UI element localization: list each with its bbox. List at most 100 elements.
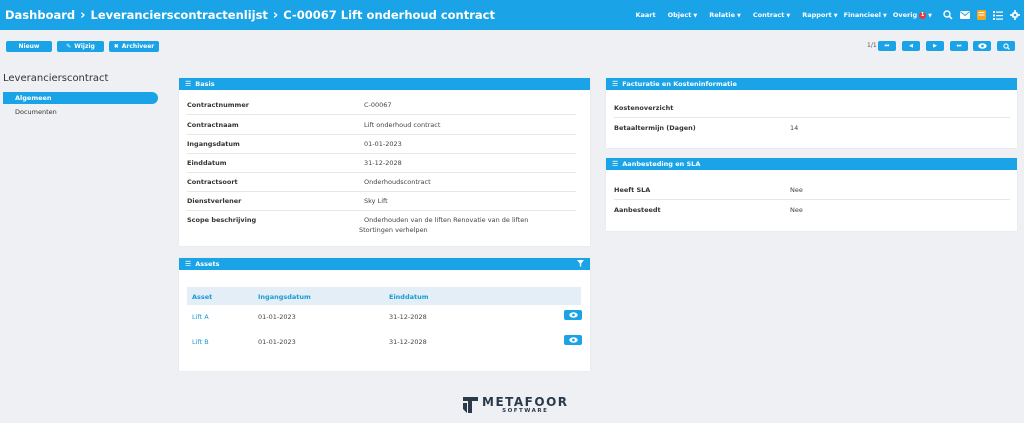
nav-rapport-label: Rapport bbox=[802, 11, 832, 19]
list-icon: ☰ bbox=[612, 80, 619, 88]
nav-kaart[interactable]: Kaart bbox=[635, 11, 655, 19]
sidebar-item-documenten[interactable]: Documenten bbox=[3, 106, 158, 118]
field-row: Betaaltermijn (Dagen) 14 bbox=[614, 119, 1010, 138]
field-value: 31-12-2028 bbox=[364, 159, 402, 167]
column-header-asset[interactable]: Asset bbox=[192, 293, 212, 301]
search-icon bbox=[1002, 42, 1010, 50]
chevron-right-icon: › bbox=[272, 7, 279, 23]
view-button[interactable] bbox=[973, 41, 991, 51]
table-row: Lift B 01-01-2023 31-12-2028 bbox=[187, 330, 582, 355]
new-button[interactable]: Nieuw bbox=[6, 41, 52, 52]
nav-relatie-label: Relatie bbox=[709, 11, 735, 19]
table-row: Lift A 01-01-2023 31-12-2028 bbox=[187, 305, 582, 330]
nav-contract[interactable]: Contract ▼ bbox=[753, 11, 790, 19]
list-icon: ☰ bbox=[185, 260, 192, 268]
field-label: Einddatum bbox=[187, 159, 227, 167]
field-row: Ingangsdatum 01-01-2023 bbox=[187, 135, 576, 154]
field-row: Kostenoverzicht bbox=[614, 99, 1010, 118]
notes-icon[interactable] bbox=[977, 10, 986, 20]
sidebar-title: Leverancierscontract bbox=[3, 73, 109, 84]
list-icon: ☰ bbox=[185, 80, 192, 88]
nav-overig[interactable]: Overig 1 ▼ bbox=[893, 11, 932, 19]
mail-icon[interactable] bbox=[960, 11, 970, 19]
edit-icon: ✎ bbox=[66, 43, 72, 50]
field-label: Aanbesteedt bbox=[614, 206, 661, 214]
basis-panel-title: Basis bbox=[195, 80, 215, 88]
breadcrumb-dashboard[interactable]: Dashboard bbox=[5, 8, 75, 22]
basis-panel: ☰ Basis Contractnummer C-00067 Contractn… bbox=[179, 78, 590, 246]
metafoor-logo: METAFOOR SOFTWARE bbox=[463, 396, 569, 414]
asset-link[interactable]: Lift B bbox=[192, 338, 209, 346]
breadcrumb-contract-list[interactable]: Leverancierscontractenlijst bbox=[91, 8, 268, 22]
field-label: Ingangsdatum bbox=[187, 140, 240, 148]
aanbesteding-panel-header: ☰ Aanbesteding en SLA bbox=[606, 158, 1017, 170]
prev-page-button[interactable]: ◀ bbox=[902, 41, 920, 51]
chevron-right-icon: › bbox=[80, 7, 86, 23]
nav-financieel[interactable]: Financieel ▼ bbox=[844, 11, 887, 19]
breadcrumb-current: C-00067 Lift onderhoud contract bbox=[283, 8, 495, 22]
eye-icon bbox=[568, 312, 578, 318]
field-row: Aanbesteedt Nee bbox=[614, 201, 1010, 220]
last-page-icon: ⏭ bbox=[956, 43, 962, 49]
asset-start-date: 01-01-2023 bbox=[258, 338, 296, 346]
caret-down-icon: ▼ bbox=[786, 13, 791, 19]
field-value: Lift onderhoud contract bbox=[364, 121, 441, 129]
field-label: Heeft SLA bbox=[614, 186, 651, 194]
asset-link[interactable]: Lift A bbox=[192, 313, 209, 321]
field-label: Kostenoverzicht bbox=[614, 104, 674, 112]
sidebar-item-algemeen[interactable]: Algemeen bbox=[3, 92, 158, 104]
field-label: Contractnaam bbox=[187, 121, 239, 129]
metafoor-logo-text: METAFOOR SOFTWARE bbox=[482, 396, 569, 414]
search-icon[interactable] bbox=[943, 10, 953, 20]
field-label: Betaaltermijn (Dagen) bbox=[614, 124, 696, 132]
column-header-ingangsdatum[interactable]: Ingangsdatum bbox=[258, 293, 311, 301]
caret-down-icon: ▼ bbox=[928, 13, 932, 19]
asset-end-date: 31-12-2028 bbox=[389, 313, 427, 321]
next-page-button[interactable]: ▶ bbox=[926, 41, 944, 51]
edit-button[interactable]: ✎ Wijzig bbox=[57, 41, 104, 52]
nav-relatie[interactable]: Relatie ▼ bbox=[709, 11, 741, 19]
field-value: Stortingen verhelpen bbox=[359, 226, 428, 234]
notification-badge: 1 bbox=[919, 11, 927, 19]
caret-down-icon: ▼ bbox=[883, 13, 887, 19]
caret-down-icon: ▼ bbox=[693, 13, 698, 19]
logo-main-text: METAFOOR bbox=[482, 395, 569, 409]
prev-page-icon: ◀ bbox=[909, 43, 913, 49]
field-value: Onderhoudscontract bbox=[364, 178, 431, 186]
eye-icon bbox=[568, 337, 578, 343]
gear-icon[interactable] bbox=[1010, 10, 1020, 20]
filter-icon[interactable] bbox=[577, 260, 584, 269]
view-asset-button[interactable] bbox=[564, 310, 582, 320]
facturatie-panel-header: ☰ Facturatie en Kosteninformatie bbox=[606, 78, 1017, 90]
field-row: Contractsoort Onderhoudscontract bbox=[187, 173, 576, 192]
facturatie-panel-title: Facturatie en Kosteninformatie bbox=[622, 80, 737, 88]
metafoor-logo-icon bbox=[463, 397, 478, 413]
close-icon: ✖ bbox=[113, 43, 119, 50]
column-header-einddatum[interactable]: Einddatum bbox=[389, 293, 429, 301]
field-row: Scope beschrijving Onderhouden van de li… bbox=[187, 211, 576, 239]
nav-rapport[interactable]: Rapport ▼ bbox=[802, 11, 837, 19]
checklist-icon[interactable] bbox=[993, 10, 1003, 20]
view-asset-button[interactable] bbox=[564, 335, 582, 345]
asset-start-date: 01-01-2023 bbox=[258, 313, 296, 321]
pager-count: 1/1 bbox=[867, 42, 877, 49]
edit-button-label: Wijzig bbox=[74, 43, 95, 50]
archive-button[interactable]: ✖ Archiveer bbox=[109, 41, 159, 52]
assets-table-header: Asset Ingangsdatum Einddatum bbox=[187, 287, 581, 305]
aanbesteding-panel-title: Aanbesteding en SLA bbox=[622, 160, 701, 168]
nav-object[interactable]: Object ▼ bbox=[668, 11, 698, 19]
nav-overig-label: Overig bbox=[892, 11, 918, 19]
facturatie-panel: ☰ Facturatie en Kosteninformatie Kosteno… bbox=[606, 78, 1017, 148]
field-label: Contractsoort bbox=[187, 178, 238, 186]
breadcrumb: Dashboard › Leverancierscontractenlijst … bbox=[0, 8, 495, 23]
list-icon: ☰ bbox=[612, 160, 619, 168]
field-value: C-00067 bbox=[364, 101, 392, 109]
field-value: Nee bbox=[790, 186, 803, 194]
assets-panel-title: Assets bbox=[195, 260, 220, 268]
field-value: 14 bbox=[790, 124, 799, 132]
search-button[interactable] bbox=[997, 41, 1015, 51]
last-page-button[interactable]: ⏭ bbox=[950, 41, 968, 51]
field-row: Contractnummer C-00067 bbox=[187, 96, 576, 115]
field-value: Nee bbox=[790, 206, 803, 214]
first-page-button[interactable]: ⏮ bbox=[878, 41, 896, 51]
